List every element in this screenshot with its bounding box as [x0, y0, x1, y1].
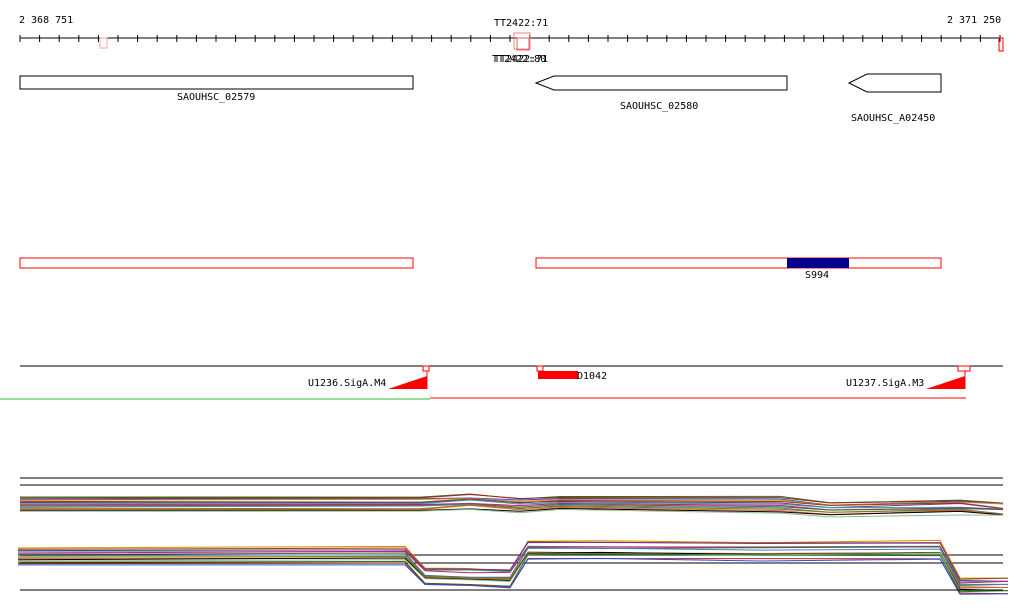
- promoter-triangle-m4[interactable]: [388, 376, 427, 389]
- s994-label: S994: [805, 270, 829, 281]
- gene-track: SAOUHSC_02579 SAOUHSC_02580 SAOUHSC_A024…: [19, 73, 942, 124]
- transcript-right[interactable]: [535, 257, 942, 269]
- d1042-segment[interactable]: [538, 371, 578, 379]
- terminator-marker-center[interactable]: [513, 32, 531, 50]
- terminator-marker-center-inner: [516, 37, 530, 51]
- gene-label-saouhsc-02579: SAOUHSC_02579: [177, 92, 255, 103]
- promoter-label-m4: U1236.SigA.M4: [308, 378, 386, 389]
- coordinate-ruler: 2 368 751 2 371 250 TT2422:71 TT2422:80 …: [19, 15, 1004, 65]
- gene-saouhsc-a02450[interactable]: [847, 73, 942, 93]
- transcript-track: S994: [19, 257, 942, 281]
- gene-label-saouhsc-a02450: SAOUHSC_A02450: [851, 113, 935, 124]
- promoter-label-m3: U1237.SigA.M3: [846, 378, 924, 389]
- gene-saouhsc-02579[interactable]: [19, 75, 414, 90]
- d1042-label: D1042: [577, 371, 607, 382]
- expression-track: [17, 477, 1009, 595]
- gene-label-saouhsc-02580: SAOUHSC_02580: [620, 101, 698, 112]
- ruler-end-label: 2 371 250: [947, 15, 1001, 26]
- gene-saouhsc-02580[interactable]: [534, 75, 788, 91]
- expression-profiles-lower: [17, 539, 1009, 595]
- d1042-box[interactable]: [536, 365, 544, 372]
- terminator-overlap-label-2: TT2422:71: [494, 54, 548, 65]
- promoter-box-m3[interactable]: [957, 365, 971, 372]
- transcript-left[interactable]: [19, 257, 414, 269]
- promoter-track: U1236.SigA.M4 D1042 U1237.SigA.M3: [0, 365, 1003, 400]
- terminator-marker-left[interactable]: [99, 37, 108, 49]
- expression-profiles-upper: [19, 493, 1004, 518]
- s994-segment[interactable]: [787, 258, 849, 268]
- genome-browser-view: 2 368 751 2 371 250 TT2422:71 TT2422:80 …: [0, 15, 1009, 595]
- terminator-top-label: TT2422:71: [494, 18, 548, 29]
- promoter-box-m4[interactable]: [422, 365, 430, 372]
- ruler-start-label: 2 368 751: [19, 15, 73, 26]
- promoter-triangle-m3[interactable]: [926, 376, 965, 389]
